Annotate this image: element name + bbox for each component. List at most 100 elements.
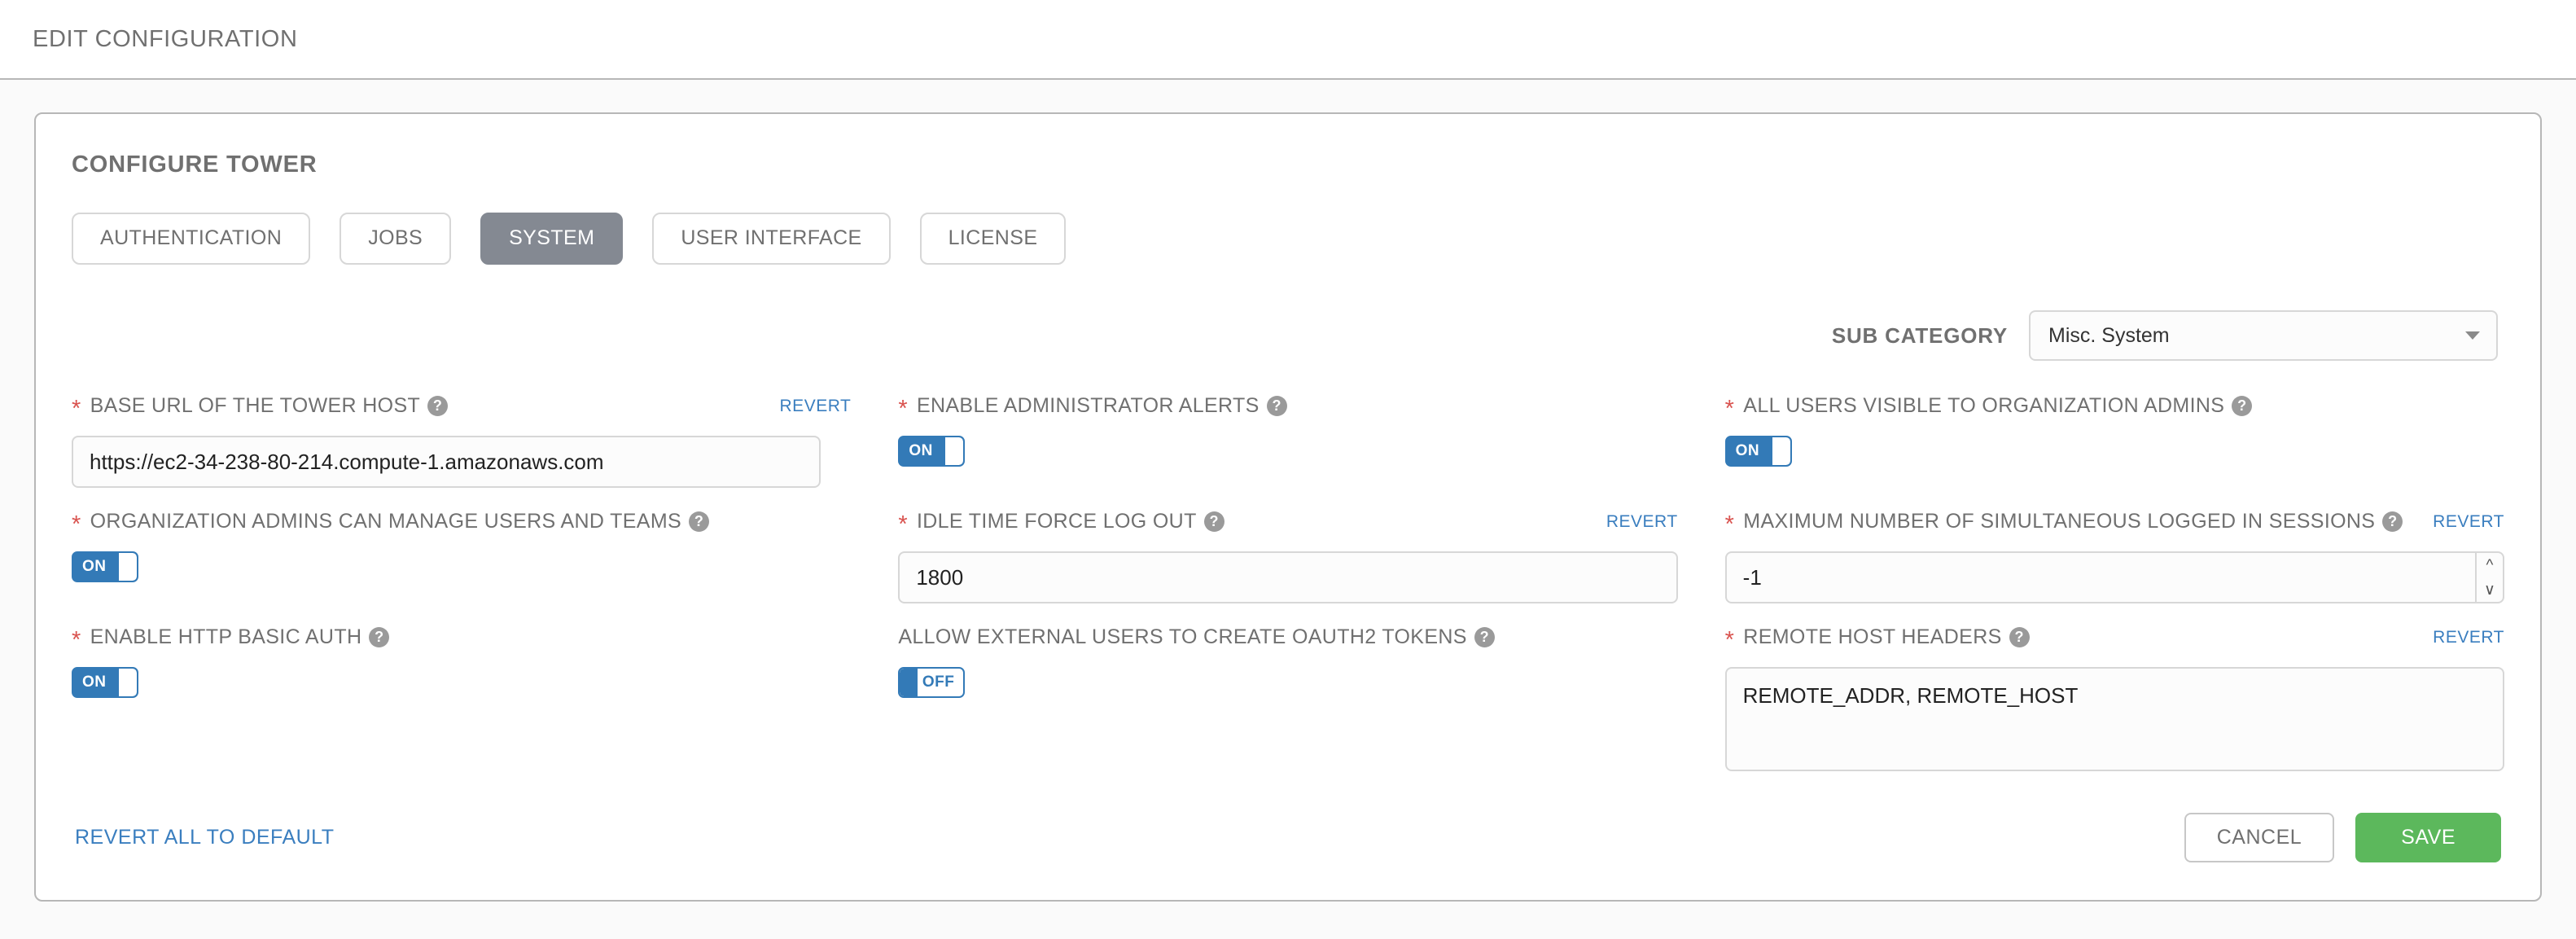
field-admin-alerts: * ENABLE ADMINISTRATOR ALERTS ? ON (898, 395, 1677, 511)
field-base-url: * BASE URL OF THE TOWER HOST ? REVERT (72, 395, 851, 511)
label-text: IDLE TIME FORCE LOG OUT (916, 510, 1197, 533)
toggle-http-basic-auth[interactable]: ON (72, 667, 138, 698)
toggle-knob (945, 437, 964, 465)
toggle-state-label: ON (82, 558, 107, 575)
toggle-all-users-visible[interactable]: ON (1724, 436, 1792, 467)
field-header: * MAXIMUM NUMBER OF SIMULTANEOUS LOGGED … (1725, 511, 2504, 538)
tab-license[interactable]: LICENSE (919, 213, 1067, 265)
field-label-max-sessions: * MAXIMUM NUMBER OF SIMULTANEOUS LOGGED … (1724, 510, 2403, 538)
help-icon[interactable]: ? (2009, 626, 2030, 647)
field-header: * ENABLE HTTP BASIC AUTH ? (72, 626, 851, 653)
toggle-knob (119, 669, 137, 696)
page-title: EDIT CONFIGURATION (33, 25, 298, 52)
toggle-knob (1772, 437, 1790, 465)
field-label-org-admins-manage: * ORGANIZATION ADMINS CAN MANAGE USERS A… (72, 510, 710, 538)
field-oauth2-tokens: ALLOW EXTERNAL USERS TO CREATE OAUTH2 TO… (898, 626, 1677, 798)
toggle-state-label: ON (82, 674, 107, 691)
help-icon[interactable]: ? (2232, 395, 2253, 416)
sub-category-select-wrapper: Misc. System (2029, 310, 2498, 361)
label-text: BASE URL OF THE TOWER HOST (90, 394, 421, 417)
stepper-buttons: ^ ∨ (2474, 553, 2503, 602)
idle-time-input[interactable] (898, 551, 1678, 603)
tab-system[interactable]: SYSTEM (480, 213, 624, 265)
remote-host-headers-textarea[interactable]: REMOTE_ADDR, REMOTE_HOST (1724, 667, 2504, 771)
field-header: ALLOW EXTERNAL USERS TO CREATE OAUTH2 TO… (898, 626, 1677, 653)
help-icon[interactable]: ? (1203, 511, 1224, 532)
label-text: REMOTE HOST HEADERS (1743, 625, 2002, 648)
revert-link-idle-time[interactable]: REVERT (1593, 511, 1678, 532)
toggle-state-label: OFF (922, 674, 955, 691)
card-title: CONFIGURE TOWER (72, 151, 318, 178)
required-marker: * (72, 395, 81, 422)
toggle-state-label: ON (1735, 442, 1760, 459)
stepper-decrement-icon[interactable]: ∨ (2477, 577, 2503, 602)
help-icon[interactable]: ? (689, 511, 710, 532)
field-org-admins-manage: * ORGANIZATION ADMINS CAN MANAGE USERS A… (72, 511, 851, 626)
max-sessions-input[interactable] (1724, 551, 2504, 603)
toggle-knob (119, 553, 137, 581)
required-marker: * (72, 511, 81, 538)
label-text: ORGANIZATION ADMINS CAN MANAGE USERS AND… (90, 510, 682, 533)
help-icon[interactable]: ? (1474, 626, 1495, 647)
cancel-button[interactable]: CANCEL (2184, 813, 2335, 862)
base-url-input[interactable] (72, 436, 821, 488)
revert-link-base-url[interactable]: REVERT (767, 395, 852, 416)
toggle-knob (900, 669, 918, 696)
field-http-basic-auth: * ENABLE HTTP BASIC AUTH ? ON (72, 626, 851, 798)
toggle-admin-alerts[interactable]: ON (898, 436, 966, 467)
stepper-increment-icon[interactable]: ^ (2477, 553, 2503, 577)
config-tab-list: AUTHENTICATION JOBS SYSTEM USER INTERFAC… (72, 213, 2504, 265)
label-text: ENABLE HTTP BASIC AUTH (90, 625, 362, 648)
field-label-admin-alerts: * ENABLE ADMINISTRATOR ALERTS ? (898, 394, 1287, 422)
field-all-users-visible: * ALL USERS VISIBLE TO ORGANIZATION ADMI… (1724, 395, 2504, 511)
max-sessions-stepper: ^ ∨ (1724, 551, 2504, 603)
card-footer: REVERT ALL TO DEFAULT CANCEL SAVE (72, 798, 2504, 900)
field-header: * REMOTE HOST HEADERS ? REVERT (1725, 626, 2504, 653)
tab-user-interface[interactable]: USER INTERFACE (652, 213, 891, 265)
toggle-state-label: ON (909, 442, 933, 459)
help-icon[interactable]: ? (1266, 395, 1287, 416)
field-header: * ORGANIZATION ADMINS CAN MANAGE USERS A… (72, 511, 851, 538)
toggle-oauth2-tokens[interactable]: OFF (898, 667, 966, 698)
field-remote-host-headers: * REMOTE HOST HEADERS ? REVERT REMOTE_AD… (1724, 626, 2504, 798)
field-idle-time: * IDLE TIME FORCE LOG OUT ? REVERT (898, 510, 1678, 626)
field-label-all-users-visible: * ALL USERS VISIBLE TO ORGANIZATION ADMI… (1724, 394, 2253, 422)
page-body: CONFIGURE TOWER AUTHENTICATION JOBS SYST… (0, 80, 2576, 939)
required-marker: * (1724, 511, 1735, 538)
required-marker: * (1724, 395, 1735, 422)
field-label-base-url: * BASE URL OF THE TOWER HOST ? (72, 394, 449, 422)
help-icon[interactable]: ? (427, 395, 449, 416)
breadcrumb-bar: EDIT CONFIGURATION (0, 0, 2576, 80)
toggle-org-admins-manage[interactable]: ON (72, 551, 138, 582)
revert-link-remote-host-headers[interactable]: REVERT (2420, 626, 2504, 647)
field-label-idle-time: * IDLE TIME FORCE LOG OUT ? (898, 510, 1224, 538)
label-text: ALL USERS VISIBLE TO ORGANIZATION ADMINS (1743, 394, 2225, 417)
sub-category-row: SUB CATEGORY Misc. System (72, 310, 2504, 361)
tab-authentication[interactable]: AUTHENTICATION (72, 213, 311, 265)
help-icon[interactable]: ? (2382, 511, 2403, 532)
field-header: * ENABLE ADMINISTRATOR ALERTS ? (898, 395, 1677, 422)
sub-category-select[interactable]: Misc. System (2029, 310, 2498, 361)
help-icon[interactable]: ? (369, 626, 390, 647)
save-button[interactable]: SAVE (2355, 813, 2501, 862)
sub-category-label: SUB CATEGORY (1831, 323, 2008, 348)
label-text: MAXIMUM NUMBER OF SIMULTANEOUS LOGGED IN… (1743, 510, 2376, 533)
required-marker: * (1724, 626, 1735, 653)
configure-tower-card: CONFIGURE TOWER AUTHENTICATION JOBS SYST… (34, 112, 2542, 902)
field-max-sessions: * MAXIMUM NUMBER OF SIMULTANEOUS LOGGED … (1724, 511, 2504, 626)
label-text: ENABLE ADMINISTRATOR ALERTS (916, 394, 1260, 417)
field-label-http-basic-auth: * ENABLE HTTP BASIC AUTH ? (72, 625, 390, 653)
tab-jobs[interactable]: JOBS (340, 213, 452, 265)
revert-all-to-default-link[interactable]: REVERT ALL TO DEFAULT (75, 826, 335, 849)
label-text: ALLOW EXTERNAL USERS TO CREATE OAUTH2 TO… (898, 625, 1467, 648)
settings-grid: * BASE URL OF THE TOWER HOST ? REVERT * … (72, 395, 2504, 798)
field-header: * ALL USERS VISIBLE TO ORGANIZATION ADMI… (1725, 395, 2504, 422)
field-label-oauth2-tokens: ALLOW EXTERNAL USERS TO CREATE OAUTH2 TO… (898, 625, 1495, 648)
footer-button-group: CANCEL SAVE (2184, 813, 2501, 862)
required-marker: * (898, 395, 908, 422)
revert-link-max-sessions[interactable]: REVERT (2420, 511, 2504, 532)
field-header: * BASE URL OF THE TOWER HOST ? REVERT (72, 395, 851, 422)
required-marker: * (72, 626, 81, 653)
field-label-remote-host-headers: * REMOTE HOST HEADERS ? (1724, 625, 2030, 653)
required-marker: * (898, 511, 908, 538)
